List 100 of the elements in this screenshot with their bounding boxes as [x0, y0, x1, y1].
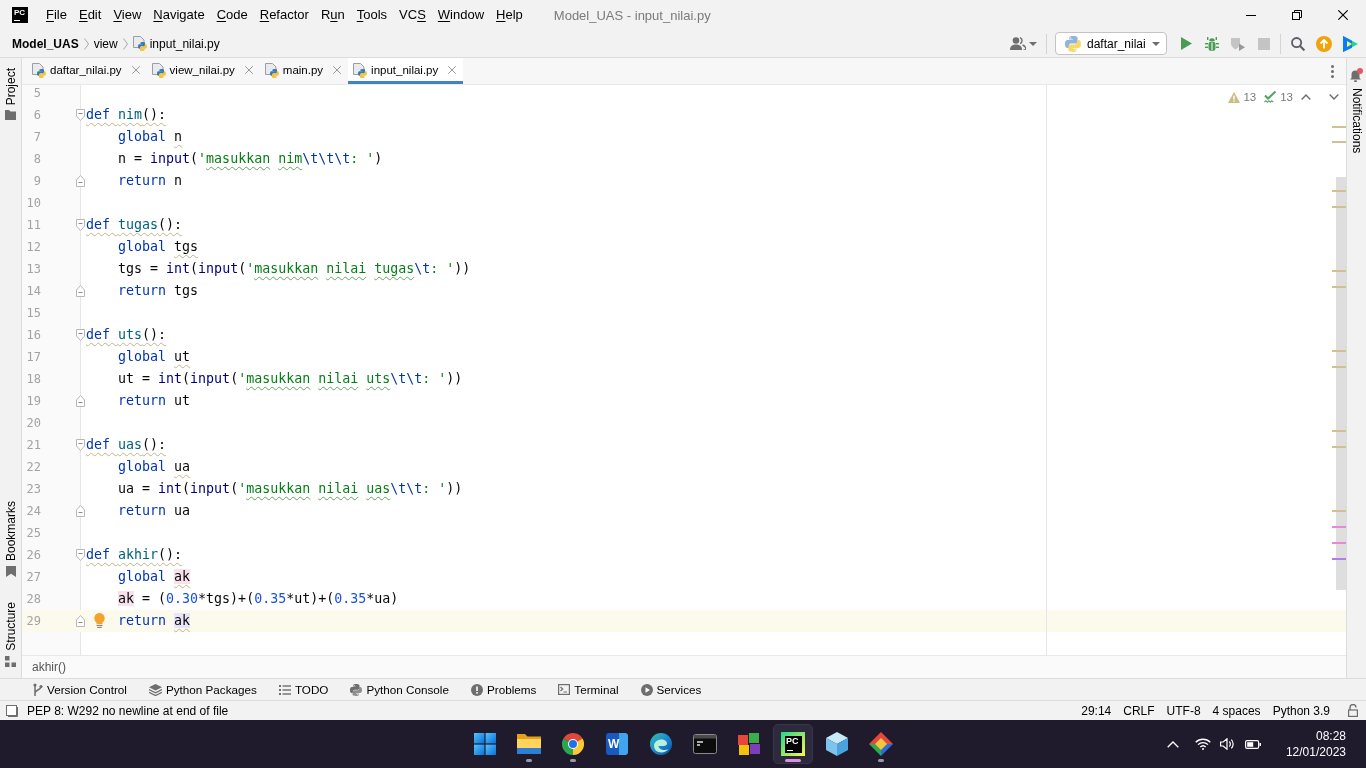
menu-item[interactable]: Window: [431, 5, 491, 25]
editor-tab[interactable]: daftar_nilai.py: [27, 58, 147, 84]
code-line: return tgs: [118, 282, 199, 300]
python-file-icon: [353, 62, 368, 78]
colored-blocks-icon[interactable]: [738, 733, 760, 755]
app-logo[interactable]: W: [606, 733, 628, 755]
menu-item[interactable]: Tools: [350, 5, 394, 25]
diamond-icon[interactable]: [869, 732, 893, 756]
fold-marker-icon[interactable]: [75, 549, 85, 561]
code-breadcrumb[interactable]: akhir(): [32, 660, 66, 674]
bookmark-icon[interactable]: [5, 566, 16, 578]
warning-icon[interactable]: [1228, 91, 1241, 103]
menu-item[interactable]: Help: [490, 5, 529, 25]
tool-window-button[interactable]: TODO: [278, 683, 329, 696]
search-icon[interactable]: [1291, 36, 1305, 51]
tool-window-button[interactable]: Services: [640, 683, 702, 696]
lightbulb-icon[interactable]: [94, 613, 105, 628]
inspection-count[interactable]: 13: [1243, 91, 1257, 103]
fold-marker-icon[interactable]: [75, 175, 85, 187]
line-number: 29: [26, 614, 41, 628]
line-number: 21: [26, 438, 41, 452]
play-circle-icon: [640, 683, 653, 696]
browser-icon[interactable]: [562, 733, 584, 755]
terminal-window-icon[interactable]: [693, 734, 717, 754]
wifi-icon[interactable]: [1194, 738, 1211, 750]
fold-marker-icon[interactable]: [75, 109, 85, 121]
cube-icon[interactable]: [826, 732, 848, 756]
status-widget[interactable]: Python 3.9: [1272, 703, 1330, 718]
tool-window-tab[interactable]: Bookmarks: [3, 500, 18, 563]
fold-marker-icon[interactable]: [75, 439, 85, 451]
clock-date[interactable]: 12/01/2023: [1285, 745, 1346, 759]
lock-icon[interactable]: [1348, 704, 1358, 717]
status-widget[interactable]: UTF-8: [1166, 703, 1201, 718]
clock-time[interactable]: 08:28: [1315, 729, 1346, 743]
fold-marker-icon[interactable]: [75, 329, 85, 341]
tool-window-button[interactable]: Terminal: [558, 683, 619, 696]
tool-window-tab[interactable]: Notifications: [1349, 87, 1364, 155]
structure-icon[interactable]: [5, 656, 16, 667]
speaker-icon[interactable]: [1219, 738, 1234, 750]
editor-tab[interactable]: view_nilai.py: [146, 58, 260, 84]
status-widget[interactable]: CRLF: [1123, 703, 1155, 718]
bug-icon[interactable]: [1205, 36, 1219, 51]
chevron-down-icon[interactable]: [1329, 94, 1339, 100]
run-icon[interactable]: [1180, 37, 1192, 50]
tool-window-tab[interactable]: Project: [3, 67, 18, 107]
menu-item[interactable]: File: [40, 5, 73, 25]
line-number: 12: [26, 240, 41, 254]
python-file-icon: [151, 62, 166, 78]
tool-window-button[interactable]: Version Control: [33, 683, 127, 696]
caret-icon[interactable]: [1029, 41, 1037, 46]
menu-item[interactable]: Navigate: [147, 5, 211, 25]
line-number: 22: [26, 460, 41, 474]
restore-icon[interactable]: [1292, 10, 1302, 20]
windows-logo-icon[interactable]: [474, 733, 496, 755]
breadcrumb-item[interactable]: Model_UAS: [12, 36, 79, 51]
square-icon[interactable]: [6, 704, 18, 717]
app-logo[interactable]: PC: [781, 732, 805, 756]
status-message[interactable]: PEP 8: W292 no newline at end of file: [27, 703, 229, 718]
status-widget[interactable]: 4 spaces: [1212, 703, 1261, 718]
people-icon[interactable]: [1010, 37, 1026, 50]
tool-window-button[interactable]: Python Console: [350, 683, 449, 696]
close-icon[interactable]: [1338, 10, 1348, 20]
tool-window-button[interactable]: Python Packages: [148, 683, 257, 696]
fold-marker-icon[interactable]: [75, 395, 85, 407]
inspection-count[interactable]: 13: [1280, 91, 1293, 103]
battery-icon[interactable]: [1244, 739, 1261, 749]
minimize-icon[interactable]: [1246, 14, 1256, 16]
editor-tab[interactable]: main.py: [259, 58, 349, 84]
fold-marker-icon[interactable]: [75, 285, 85, 297]
up-arrow-circle-icon[interactable]: [1316, 35, 1332, 52]
kebab-menu-icon[interactable]: [1331, 64, 1334, 78]
code-line: global ua: [118, 458, 191, 476]
folder-icon[interactable]: [517, 734, 541, 754]
menu-item[interactable]: Code: [210, 5, 254, 25]
status-widget[interactable]: 29:14: [1081, 703, 1112, 718]
line-number: 15: [26, 306, 41, 320]
code-line: global ut: [118, 348, 191, 366]
caret-icon: [1151, 41, 1160, 46]
fold-marker-icon[interactable]: [75, 219, 85, 231]
chevron-right-icon: [83, 37, 89, 50]
menu-item[interactable]: Run: [314, 5, 351, 25]
tool-window-button[interactable]: Problems: [470, 683, 537, 696]
fold-marker-icon[interactable]: [75, 615, 85, 627]
line-number: 8: [33, 152, 41, 166]
fold-marker-icon[interactable]: [75, 505, 85, 517]
menu-item[interactable]: View: [107, 5, 148, 25]
run-configuration-dropdown[interactable]: daftar_nilai: [1055, 32, 1167, 55]
breadcrumb-item[interactable]: input_nilai.py: [149, 36, 220, 51]
check-icon[interactable]: [1264, 91, 1278, 103]
bell-icon[interactable]: [1350, 68, 1363, 82]
breadcrumb-item[interactable]: view: [93, 36, 118, 51]
wave-browser-icon[interactable]: [650, 733, 672, 755]
menu-item[interactable]: VCS: [393, 5, 432, 25]
code-line: global n: [118, 128, 183, 146]
scrollbar-thumb[interactable]: [1336, 177, 1346, 590]
menu-item[interactable]: Edit: [72, 5, 108, 25]
menu-item[interactable]: Refactor: [253, 5, 315, 25]
editor-tab[interactable]: input_nilai.py: [348, 58, 464, 84]
triangle-logo-icon[interactable]: [1342, 35, 1358, 52]
tool-window-tab[interactable]: Structure: [3, 601, 18, 652]
